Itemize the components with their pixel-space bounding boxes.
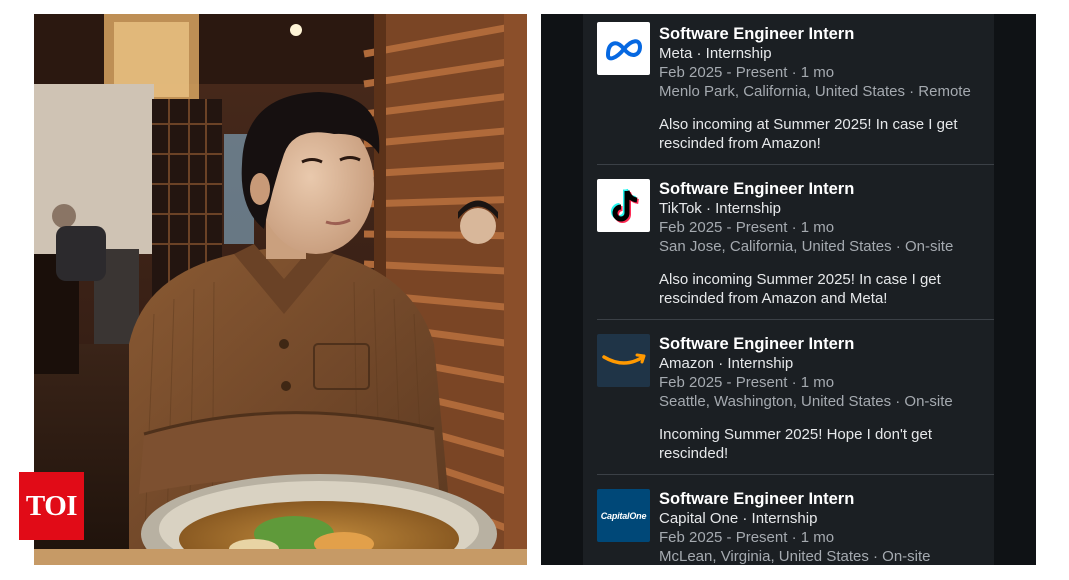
- job-description: Incoming Summer 2025! Hope I don't get r…: [659, 426, 933, 462]
- linkedin-experience-panel: Software Engineer Intern Meta · Internsh…: [541, 14, 1036, 565]
- photo-illustration: [34, 14, 527, 565]
- tiktok-logo-icon: [597, 179, 650, 232]
- company-name: Meta · Internship: [659, 45, 772, 62]
- job-title: Software Engineer Intern: [659, 335, 855, 353]
- job-title: Software Engineer Intern: [659, 180, 855, 198]
- divider: [597, 319, 1002, 320]
- capital-one-logo-text: CapitalOne: [600, 510, 647, 521]
- job-title: Software Engineer Intern: [659, 490, 855, 508]
- restaurant-photo: [34, 14, 527, 565]
- experience-details: Software Engineer Intern Meta · Internsh…: [659, 24, 1009, 153]
- toi-logo-text: TOI: [25, 489, 78, 522]
- job-location: San Jose, California, United States · On…: [659, 238, 954, 255]
- company-name: Capital One · Internship: [659, 510, 818, 527]
- company-name: Amazon · Internship: [659, 355, 794, 372]
- job-location: McLean, Virginia, United States · On-sit…: [659, 548, 931, 565]
- job-dates: Feb 2025 - Present · 1 mo: [659, 374, 835, 391]
- job-location: Menlo Park, California, United States · …: [659, 83, 971, 100]
- experience-details: Software Engineer Intern Capital One · I…: [659, 489, 1009, 565]
- capital-one-logo-icon: CapitalOne: [597, 489, 650, 542]
- job-description: Also incoming at Summer 2025! In case I …: [659, 116, 958, 152]
- job-description: Also incoming Summer 2025! In case I get…: [659, 271, 941, 307]
- divider: [597, 164, 1002, 165]
- job-dates: Feb 2025 - Present · 1 mo: [659, 529, 835, 546]
- meta-logo-icon: [597, 22, 650, 75]
- job-location: Seattle, Washington, United States · On-…: [659, 393, 953, 410]
- amazon-logo-icon: [597, 334, 650, 387]
- company-name: TikTok · Internship: [659, 200, 781, 217]
- experience-details: Software Engineer Intern Amazon · Intern…: [659, 334, 1009, 463]
- toi-logo-badge: TOI: [19, 472, 84, 540]
- job-title: Software Engineer Intern: [659, 25, 855, 43]
- job-dates: Feb 2025 - Present · 1 mo: [659, 219, 835, 236]
- experience-details: Software Engineer Intern TikTok · Intern…: [659, 179, 1009, 308]
- job-dates: Feb 2025 - Present · 1 mo: [659, 64, 835, 81]
- divider: [597, 474, 1002, 475]
